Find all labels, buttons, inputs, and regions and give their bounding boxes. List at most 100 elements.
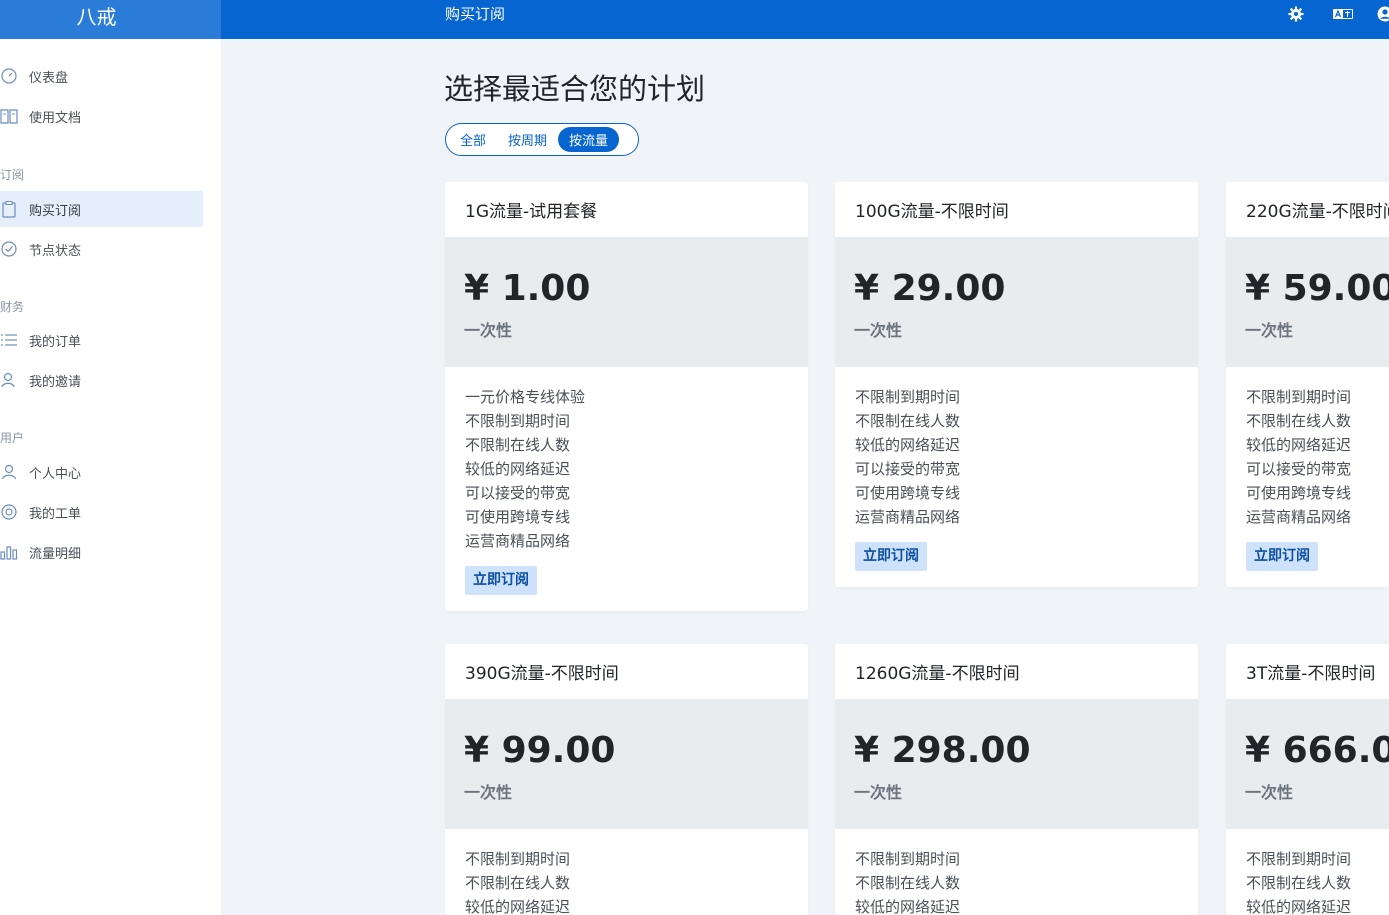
plan-name: 100G流量-不限时间 [855, 202, 1009, 222]
filter-by-period[interactable]: 按周期 [497, 127, 558, 152]
feature-item: 不限制到期时间 [855, 850, 961, 868]
feature-list: 不限制到期时间 不限制在线人数 较低的网络延迟 [835, 829, 1198, 915]
sidebar-item-docs[interactable]: 使用文档 [0, 98, 203, 134]
plan-card: 390G流量-不限时间 ¥ 99.00 一次性 不限制到期时间 不限制在线人数 … [445, 644, 808, 915]
feature-list: 不限制到期时间 不限制在线人数 较低的网络延迟 [1226, 829, 1389, 915]
feature-item: 可以接受的带宽 [1246, 460, 1352, 478]
feature-item: 运营商精品网络 [465, 532, 571, 550]
sidebar-item-tickets[interactable]: 我的工单 [0, 494, 203, 530]
price-block: ¥ 99.00 一次性 [445, 699, 808, 829]
sidebar-item-my-invites[interactable]: 我的邀请 [0, 362, 203, 398]
user-icon[interactable] [1377, 6, 1389, 22]
plan-price: ¥ 298.00 [854, 730, 1031, 771]
plan-period: 一次性 [854, 783, 903, 802]
feature-list: 不限制到期时间 不限制在线人数 较低的网络延迟 可以接受的带宽 可使用跨境专线 … [1226, 367, 1389, 529]
plan-period: 一次性 [1245, 321, 1294, 340]
brand-logo[interactable]: 八戒 [0, 0, 221, 39]
sidebar-item-node-status[interactable]: 节点状态 [0, 231, 203, 267]
plan-price: ¥ 29.00 [854, 268, 1006, 309]
check-circle-icon [1, 241, 17, 257]
sidebar-item-label: 我的订单 [29, 334, 82, 350]
subscribe-button[interactable]: 立即订阅 [855, 542, 927, 571]
feature-item: 运营商精品网络 [855, 508, 961, 526]
support-icon [1, 504, 17, 520]
plan-card: 100G流量-不限时间 ¥ 29.00 一次性 不限制到期时间 不限制在线人数 … [835, 182, 1198, 587]
plan-period: 一次性 [464, 783, 513, 802]
sidebar: 仪表盘 使用文档 订阅 购买订阅 节点状态 财务 我的订单 我的邀请 用户 个人… [0, 39, 221, 915]
feature-item: 不限制到期时间 [855, 388, 961, 406]
feature-item: 不限制在线人数 [855, 874, 961, 892]
price-block: ¥ 29.00 一次性 [835, 237, 1198, 367]
gauge-icon [1, 68, 17, 84]
sidebar-item-label: 购买订阅 [29, 203, 82, 219]
feature-item: 可以接受的带宽 [855, 460, 961, 478]
feature-item: 运营商精品网络 [1246, 508, 1352, 526]
book-icon [0, 109, 18, 124]
feature-item: 较低的网络延迟 [855, 898, 961, 915]
filter-all[interactable]: 全部 [449, 127, 497, 152]
subscribe-button[interactable]: 立即订阅 [1246, 542, 1318, 571]
feature-item: 不限制到期时间 [1246, 850, 1352, 868]
feature-item: 不限制到期时间 [1246, 388, 1352, 406]
feature-item: 不限制在线人数 [1246, 874, 1352, 892]
feature-item: 可使用跨境专线 [855, 484, 961, 502]
feature-item: 不限制在线人数 [465, 874, 571, 892]
plan-card: 1G流量-试用套餐 ¥ 1.00 一次性 一元价格专线体验 不限制到期时间 不限… [445, 182, 808, 611]
plan-name: 390G流量-不限时间 [465, 664, 619, 684]
feature-list: 一元价格专线体验 不限制到期时间 不限制在线人数 较低的网络延迟 可以接受的带宽… [445, 367, 808, 553]
sidebar-item-label: 仪表盘 [29, 70, 69, 86]
sidebar-item-profile[interactable]: 个人中心 [0, 454, 203, 490]
plan-price: ¥ 1.00 [464, 268, 591, 309]
sidebar-item-label: 个人中心 [29, 466, 82, 482]
feature-list: 不限制到期时间 不限制在线人数 较低的网络延迟 可以接受的带宽 可使用跨境专线 … [835, 367, 1198, 529]
language-icon[interactable] [1332, 6, 1354, 22]
sidebar-item-traffic-detail[interactable]: 流量明细 [0, 534, 203, 570]
price-block: ¥ 1.00 一次性 [445, 237, 808, 367]
page-title: 选择最适合您的计划 [444, 72, 706, 106]
section-title-subscription: 订阅 [0, 168, 25, 182]
feature-item: 较低的网络延迟 [1246, 898, 1352, 915]
plan-name: 3T流量-不限时间 [1246, 664, 1376, 684]
plan-price: ¥ 666.00 [1245, 730, 1389, 771]
feature-item: 较低的网络延迟 [465, 460, 571, 478]
sidebar-item-buy-subscription[interactable]: 购买订阅 [0, 191, 203, 227]
feature-item: 不限制在线人数 [855, 412, 961, 430]
user-icon [1, 464, 17, 480]
feature-item: 较低的网络延迟 [855, 436, 961, 454]
plan-period: 一次性 [464, 321, 513, 340]
plan-name: 1260G流量-不限时间 [855, 664, 1020, 684]
subscribe-button[interactable]: 立即订阅 [465, 566, 537, 595]
sidebar-item-label: 节点状态 [29, 243, 82, 259]
feature-item: 可使用跨境专线 [465, 508, 571, 526]
app-root: 八戒 购买订阅 仪表盘 使用文档 订阅 购买订阅 节点状态 财务 我的订单 我的… [0, 0, 1389, 915]
sidebar-item-dashboard[interactable]: 仪表盘 [0, 58, 203, 94]
plan-price: ¥ 99.00 [464, 730, 616, 771]
brand-name: 八戒 [76, 5, 117, 29]
filter-by-traffic[interactable]: 按流量 [558, 127, 620, 152]
feature-item: 一元价格专线体验 [465, 388, 586, 406]
top-bar: 购买订阅 [221, 0, 1389, 39]
plan-period: 一次性 [854, 321, 903, 340]
plan-filter-toggle: 全部 按周期 按流量 [445, 123, 639, 156]
sidebar-item-my-orders[interactable]: 我的订单 [0, 322, 203, 358]
gear-icon[interactable] [1288, 6, 1304, 22]
plan-name: 220G流量-不限时间 [1246, 202, 1389, 222]
bar-chart-icon [0, 546, 18, 560]
list-icon [1, 334, 17, 346]
feature-item: 不限制在线人数 [465, 436, 571, 454]
plan-card: 220G流量-不限时间 ¥ 59.00 一次性 不限制到期时间 不限制在线人数 … [1226, 182, 1389, 587]
plan-card: 1260G流量-不限时间 ¥ 298.00 一次性 不限制到期时间 不限制在线人… [835, 644, 1198, 915]
plan-name: 1G流量-试用套餐 [465, 202, 598, 222]
sidebar-item-label: 我的邀请 [29, 374, 82, 390]
sidebar-item-label: 我的工单 [29, 506, 82, 522]
plan-price: ¥ 59.00 [1245, 268, 1389, 309]
price-block: ¥ 298.00 一次性 [835, 699, 1198, 829]
section-title-user: 用户 [0, 431, 25, 445]
plan-card: 3T流量-不限时间 ¥ 666.00 一次性 不限制到期时间 不限制在线人数 较… [1226, 644, 1389, 915]
page-header-title: 购买订阅 [445, 5, 506, 23]
clipboard-icon [2, 201, 16, 218]
price-block: ¥ 59.00 一次性 [1226, 237, 1389, 367]
feature-item: 较低的网络延迟 [465, 898, 571, 915]
feature-item: 不限制到期时间 [465, 850, 571, 868]
sidebar-item-label: 流量明细 [29, 546, 82, 562]
